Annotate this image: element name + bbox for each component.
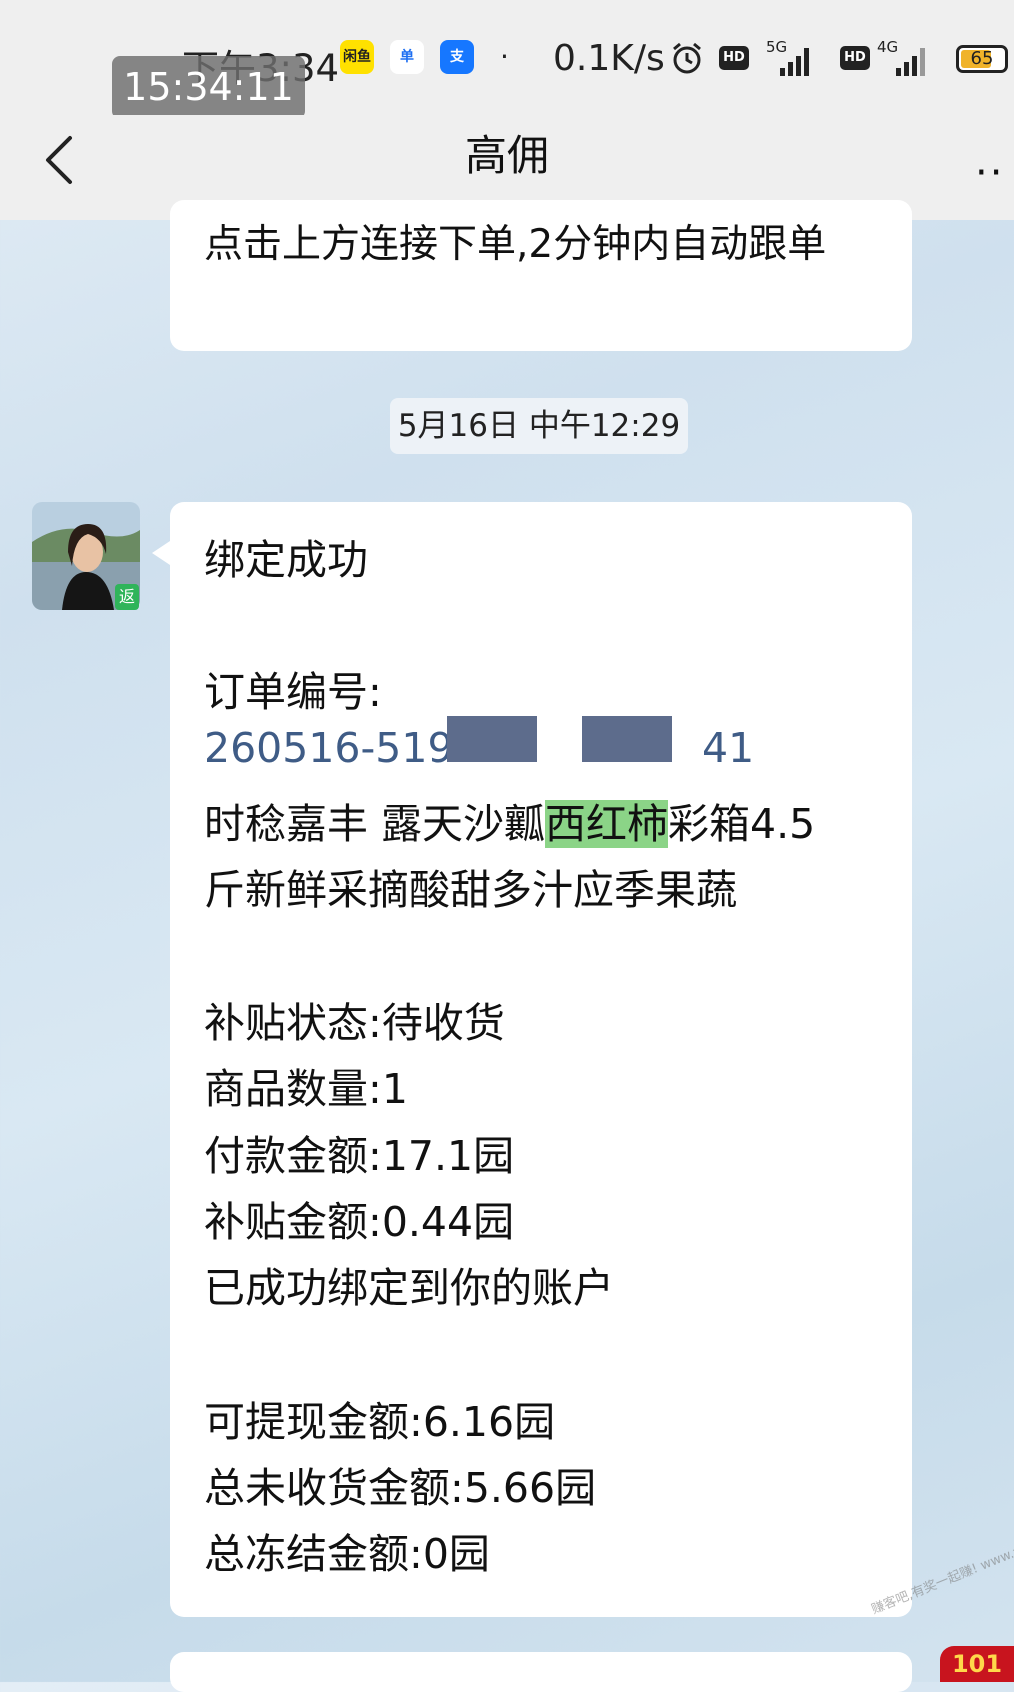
date-divider: 5月16日 中午12:29 — [390, 398, 688, 454]
redaction-block — [582, 716, 672, 762]
order-number-link[interactable]: 260516-519 — [204, 724, 454, 772]
message-bubble-previous[interactable]: 点击上方连接下单,2分钟内自动跟单 — [170, 200, 912, 351]
chat-title: 高佣 — [464, 131, 549, 180]
bound-note: 已成功绑定到你的账户 — [204, 1264, 614, 1312]
subsidy-amount: 补贴金额:0.44园 — [204, 1198, 515, 1246]
paid-amount: 付款金额:17.1园 — [204, 1132, 515, 1180]
bubble-tail — [152, 541, 170, 565]
product-keyword-highlight: 西红柿 — [545, 800, 669, 848]
hd-icon-2: HD — [840, 46, 870, 70]
status-separator: · — [500, 40, 509, 73]
product-line-1: 时稔嘉丰 露天沙瓤西红柿彩箱4.5 — [204, 790, 815, 850]
battery-level: 65 — [970, 48, 994, 69]
product-name-start: 时稔嘉丰 露天沙瓤 — [204, 800, 546, 848]
floating-promo-icon[interactable]: 101 — [940, 1646, 1014, 1682]
signal-4g-icon — [896, 48, 925, 76]
withdrawable-amount: 可提现金额:6.16园 — [204, 1398, 556, 1446]
message-bubble-order[interactable]: 绑定成功 订单编号: 260516-519 41 时稔嘉丰 露天沙瓤西红柿彩箱4… — [170, 502, 912, 1617]
product-name-end: 彩箱4.5 — [668, 800, 816, 848]
xianyu-app-icon: 闲鱼 — [340, 40, 374, 74]
subsidy-status: 补贴状态:待收货 — [204, 999, 505, 1047]
alipay-app-icon: 支 — [440, 40, 474, 74]
previous-message-text: 点击上方连接下单,2分钟内自动跟单 — [204, 222, 827, 267]
hd-icon: HD — [719, 46, 749, 70]
frozen-total: 总冻结金额:0园 — [204, 1530, 490, 1578]
cainiao-app-icon: 单 — [390, 40, 424, 74]
rebate-badge: 返 — [115, 584, 139, 610]
order-number-prefix: 260516-519 — [204, 724, 454, 772]
signal-5g-icon — [780, 48, 809, 76]
battery-icon: 65 — [956, 45, 1008, 73]
message-title: 绑定成功 — [204, 536, 368, 584]
order-number-suffix: 41 — [702, 724, 755, 772]
screen-recording-time: 15:34:11 — [112, 56, 305, 119]
network-speed: 0.1K/s — [553, 38, 665, 79]
unreceived-total: 总未收货金额:5.66园 — [204, 1464, 597, 1512]
order-number-label: 订单编号: — [204, 668, 382, 716]
item-quantity: 商品数量:1 — [204, 1065, 408, 1113]
alarm-icon — [673, 42, 701, 74]
message-bubble-next[interactable] — [170, 1652, 912, 1692]
redaction-block — [447, 716, 537, 762]
more-options-icon[interactable]: ·· — [975, 150, 1004, 196]
product-line-2: 斤新鲜采摘酸甜多汁应季果蔬 — [204, 866, 737, 914]
